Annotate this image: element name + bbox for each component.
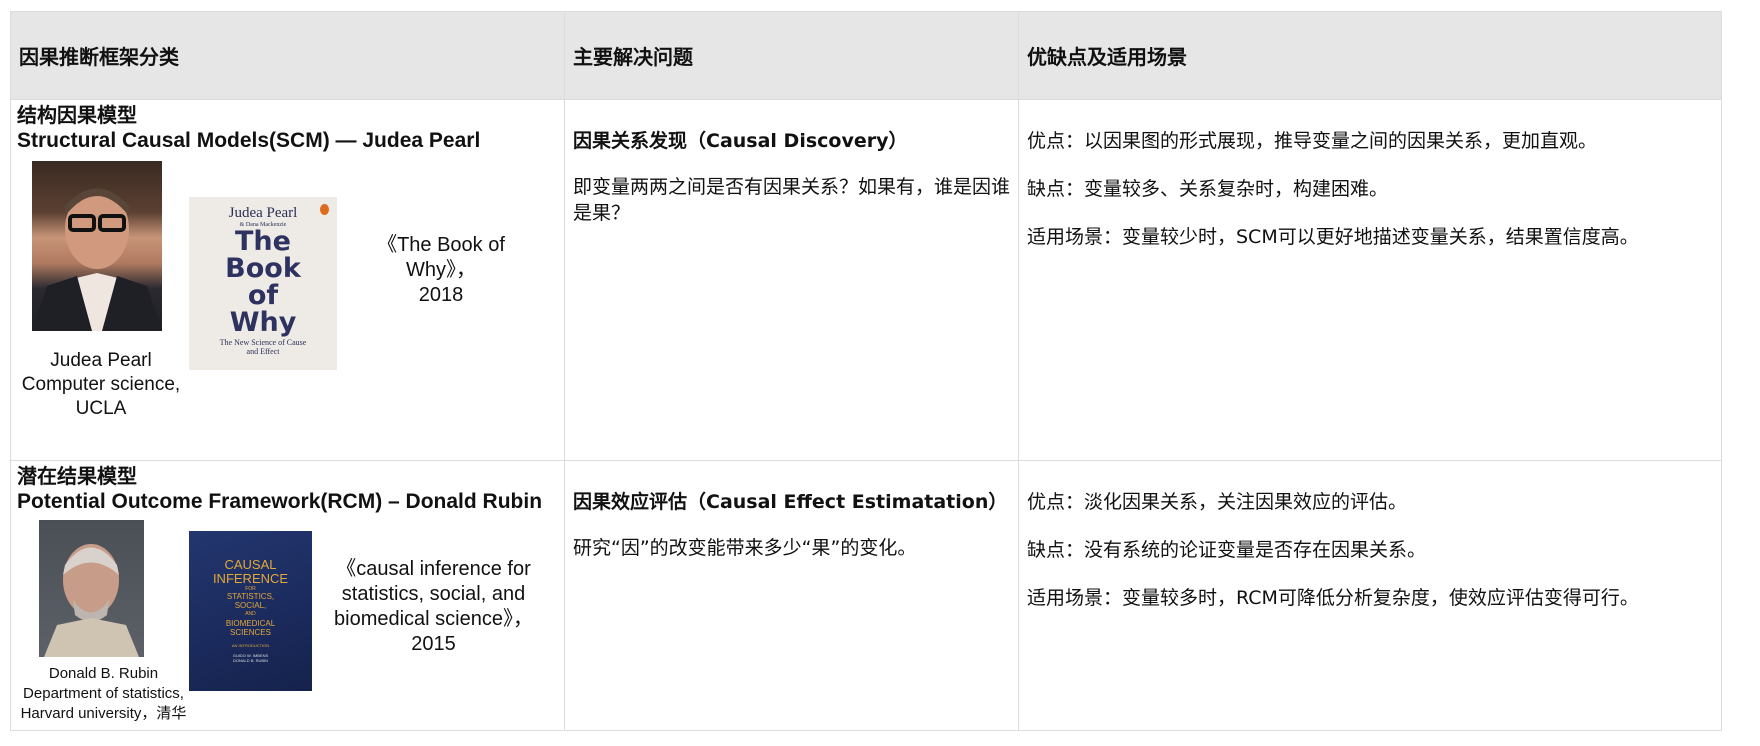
cover-subtitle: The New Science of Cause and Effect: [219, 338, 307, 356]
cover-title-line: INFERENCE: [212, 571, 289, 586]
caption-line: 《causal inference for: [336, 558, 531, 580]
book-of-why-cover: Judea Pearl & Dana Mackenzie The Book of…: [189, 197, 337, 370]
problem-title: 因果效应评估（Causal Effect Estimatation）: [573, 491, 1008, 513]
publisher-logo-icon: [320, 204, 329, 215]
cover-subtitle-line: BIOMEDICAL: [225, 619, 276, 628]
cover-subtitle-line: SOCIAL,: [234, 601, 267, 610]
caption-line: statistics, social, and: [341, 583, 526, 605]
book-caption: 《The Book of Why》， 2018: [346, 233, 536, 308]
cover-author: Judea Pearl: [228, 205, 298, 221]
cons-text: 缺点：没有系统的论证变量是否存在因果关系。: [1027, 539, 1427, 561]
pros-cons-cell: 优点：淡化因果关系，关注因果效应的评估。 缺点：没有系统的论证变量是否存在因果关…: [1018, 460, 1722, 731]
caption-line: Judea Pearl: [50, 350, 152, 371]
scenario-text: 适用场景：变量较多时，RCM可降低分析复杂度，使效应评估变得可行。: [1027, 587, 1639, 609]
person-caption: Donald B. Rubin Department of statistics…: [11, 664, 196, 724]
book-caption: 《causal inference for statistics, social…: [326, 557, 541, 657]
problem-title: 因果关系发现（Causal Discovery）: [573, 130, 908, 152]
cover-title-line: Why: [229, 307, 297, 338]
causal-framework-table: 因果推断框架分类 主要解决问题 优缺点及适用场景 结构因果模型 Structur…: [10, 11, 1722, 731]
caption-line: Computer science,: [21, 374, 181, 395]
pros-cons-cell: 优点：以因果图的形式展现，推导变量之间的因果关系，更加直观。 缺点：变量较多、关…: [1018, 99, 1722, 461]
caption-line: 《The Book of Why》，: [377, 234, 505, 281]
caption-line: 2015: [411, 633, 456, 655]
pros-text: 优点：淡化因果关系，关注因果效应的评估。: [1027, 491, 1408, 513]
problem-description: 即变量两两之间是否有因果关系？如果有，谁是因谁是果？: [573, 176, 1011, 224]
caption-line: Harvard university，清华: [20, 705, 187, 722]
cover-intro: AN INTRODUCTION: [231, 643, 270, 648]
donald-rubin-photo: [39, 520, 144, 657]
framework-title-en: Potential Outcome Framework(RCM) – Donal…: [17, 490, 543, 513]
cons-text: 缺点：变量较多、关系复杂时，构建困难。: [1027, 178, 1389, 200]
cover-title-line: The: [235, 226, 291, 257]
cover-subtitle-line: SCIENCES: [230, 628, 271, 637]
person-caption: Judea Pearl Computer science, UCLA: [11, 349, 191, 421]
table-row-scm: 结构因果模型 Structural Causal Models(SCM) — J…: [10, 99, 1722, 461]
cover-title-line: CAUSAL: [224, 557, 277, 572]
framework-title-cn: 潜在结果模型: [17, 464, 137, 488]
problem-cell: 因果效应评估（Causal Effect Estimatation） 研究“因”…: [564, 460, 1019, 731]
framework-cell: 结构因果模型 Structural Causal Models(SCM) — J…: [10, 99, 565, 461]
header-framework: 因果推断框架分类: [10, 11, 565, 100]
pros-text: 优点：以因果图的形式展现，推导变量之间的因果关系，更加直观。: [1027, 130, 1598, 152]
problem-description: 研究“因”的改变能带来多少“果”的变化。: [573, 537, 917, 559]
caption-line: Department of statistics,: [23, 685, 184, 702]
caption-line: biomedical science》，: [334, 608, 533, 630]
cover-title-line: Book: [225, 253, 301, 284]
causal-inference-book-cover: CAUSAL INFERENCE FOR STATISTICS, SOCIAL,…: [189, 531, 312, 691]
cover-subtitle-line: AND: [245, 611, 256, 617]
cover-subtitle-line: STATISTICS,: [226, 592, 275, 601]
table-header-row: 因果推断框架分类 主要解决问题 优缺点及适用场景: [10, 11, 1722, 100]
caption-line: 2018: [418, 284, 464, 306]
scenario-text: 适用场景：变量较少时，SCM可以更好地描述变量关系，结果置信度高。: [1027, 226, 1639, 248]
framework-cell: 潜在结果模型 Potential Outcome Framework(RCM) …: [10, 460, 565, 731]
caption-line: UCLA: [75, 398, 127, 419]
header-pros-cons: 优缺点及适用场景: [1018, 11, 1722, 100]
header-problem: 主要解决问题: [564, 11, 1019, 100]
framework-title-cn: 结构因果模型: [17, 103, 137, 127]
cover-author: DONALD B. RUBIN: [232, 658, 269, 663]
caption-line: Donald B. Rubin: [48, 665, 159, 682]
cover-title-line: of: [247, 280, 279, 311]
table-row-rcm: 潜在结果模型 Potential Outcome Framework(RCM) …: [10, 460, 1722, 731]
judea-pearl-photo: [32, 161, 162, 331]
problem-cell: 因果关系发现（Causal Discovery） 即变量两两之间是否有因果关系？…: [564, 99, 1019, 461]
framework-title-en: Structural Causal Models(SCM) — Judea Pe…: [17, 129, 481, 152]
